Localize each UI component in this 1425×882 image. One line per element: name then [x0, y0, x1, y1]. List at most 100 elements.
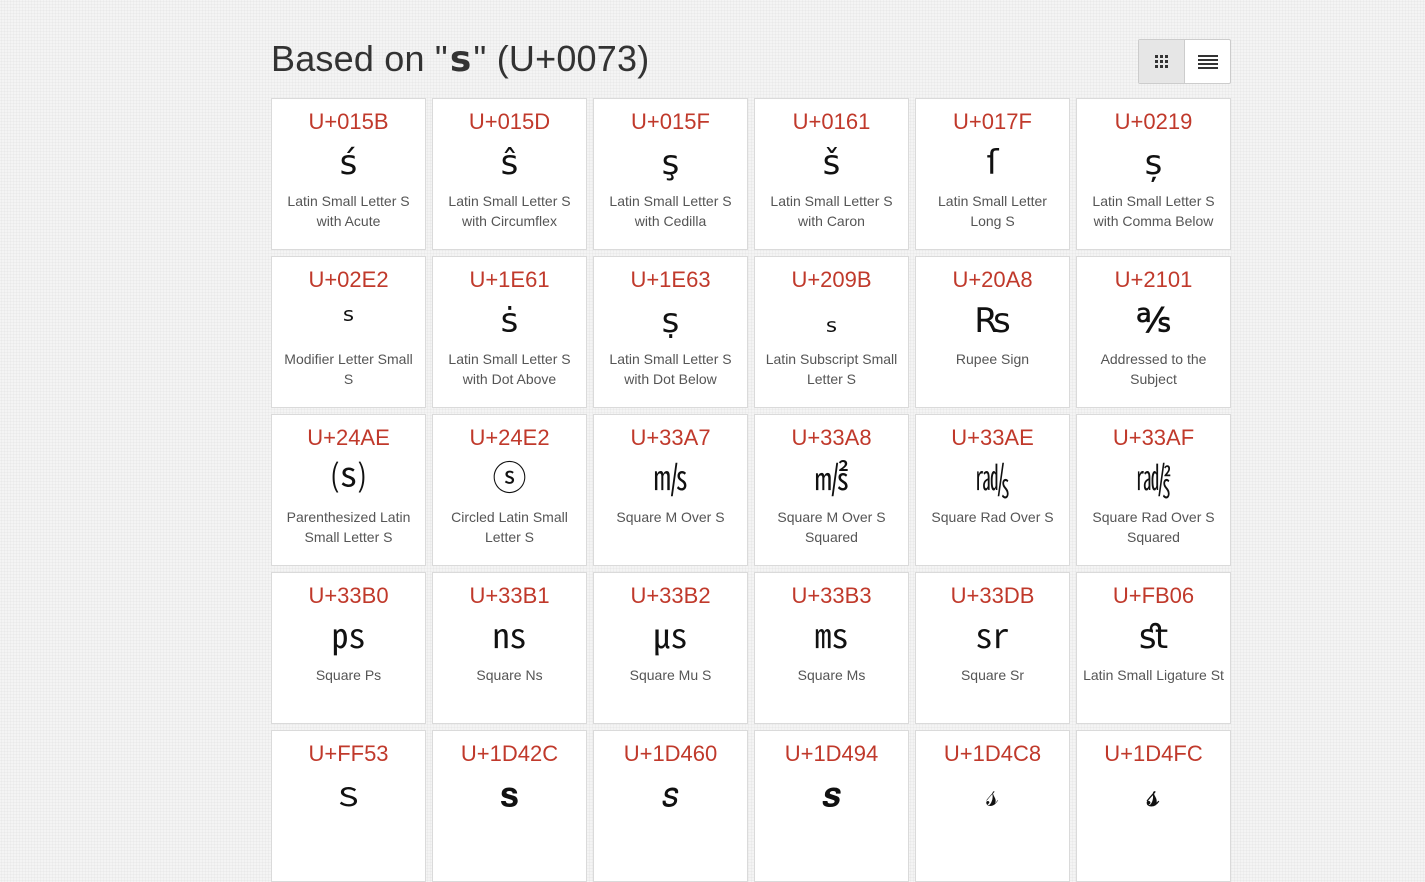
character-glyph: ⓢ: [492, 459, 527, 499]
character-name: Square Sr: [960, 667, 1025, 683]
codepoint-label: U+209B: [791, 267, 872, 292]
character-card[interactable]: U+24E2 ⓢ Circled Latin Small Letter S: [432, 414, 587, 566]
character-card[interactable]: U+33DB ㏛ Square Sr: [915, 572, 1070, 724]
character-glyph: ş: [661, 143, 680, 183]
character-card[interactable]: U+33A8 ㎨ Square M Over S Squared: [754, 414, 909, 566]
character-card[interactable]: U+33AE ㎮ Square Rad Over S: [915, 414, 1070, 566]
grid-view-icon: [1154, 54, 1168, 68]
character-name: Latin Small Letter S with Circumflex: [448, 193, 571, 229]
codepoint-label: U+015D: [468, 109, 551, 134]
codepoint-label: U+20A8: [952, 267, 1033, 292]
codepoint-label: U+33B1: [469, 583, 550, 608]
codepoint-label: U+0161: [792, 109, 871, 134]
codepoint-label: U+24E2: [469, 425, 550, 450]
character-card[interactable]: U+015D ŝ Latin Small Letter S with Circu…: [432, 98, 587, 250]
codepoint-label: U+1D494: [784, 741, 879, 766]
character-name: Parenthesized Latin Small Letter S: [286, 509, 411, 545]
base-character: s: [449, 39, 472, 80]
list-view-button[interactable]: [1185, 40, 1230, 83]
character-card[interactable]: U+FB06 ﬆ Latin Small Ligature St: [1076, 572, 1231, 724]
character-glyph: ṡ: [500, 301, 519, 341]
character-glyph: ₨: [974, 301, 1011, 341]
character-card[interactable]: U+33AF ㎯ Square Rad Over S Squared: [1076, 414, 1231, 566]
character-card[interactable]: U+33B0 ㎰ Square Ps: [271, 572, 426, 724]
character-glyph: ㎧: [653, 459, 688, 499]
character-glyph: ㏛: [975, 617, 1010, 657]
character-name: Latin Small Letter S with Acute: [287, 193, 410, 229]
character-glyph: ṣ: [661, 301, 680, 341]
character-name: Square Ns: [476, 667, 543, 683]
codepoint-label: U+017F: [953, 109, 1032, 134]
character-glyph: 𝐬: [500, 775, 519, 815]
character-card[interactable]: U+33B1 ㎱ Square Ns: [432, 572, 587, 724]
character-card[interactable]: U+0161 š Latin Small Letter S with Caron: [754, 98, 909, 250]
character-name: Square Mu S: [629, 667, 712, 683]
codepoint-label: U+1D460: [623, 741, 718, 766]
character-card[interactable]: U+015B ś Latin Small Letter S with Acute: [271, 98, 426, 250]
character-glyph: š: [822, 143, 841, 183]
character-card[interactable]: U+33A7 ㎧ Square M Over S: [593, 414, 748, 566]
character-card[interactable]: U+1D4FC 𝓼: [1076, 730, 1231, 882]
character-name: Square Ms: [797, 667, 866, 683]
grid-view-button[interactable]: [1139, 40, 1185, 83]
character-glyph: ㎯: [1136, 459, 1171, 499]
character-name: Square Rad Over S: [931, 509, 1054, 525]
character-glyph: ⒮: [331, 459, 366, 499]
codepoint-label: U+FB06: [1112, 583, 1195, 608]
character-card[interactable]: U+0219 ș Latin Small Letter S with Comma…: [1076, 98, 1231, 250]
character-glyph: ₛ: [825, 301, 838, 341]
character-name: Latin Small Letter S with Dot Below: [609, 351, 732, 387]
character-card[interactable]: U+33B3 ㎳ Square Ms: [754, 572, 909, 724]
codepoint-label: U+1D42C: [460, 741, 559, 766]
codepoint-label: U+02E2: [308, 267, 389, 292]
character-card[interactable]: U+02E2 ˢ Modifier Letter Small S: [271, 256, 426, 408]
codepoint-label: U+1E61: [469, 267, 550, 292]
character-card[interactable]: U+1E61 ṡ Latin Small Letter S with Dot A…: [432, 256, 587, 408]
character-card[interactable]: U+2101 ℁ Addressed to the Subject: [1076, 256, 1231, 408]
character-card[interactable]: U+1E63 ṣ Latin Small Letter S with Dot B…: [593, 256, 748, 408]
character-card[interactable]: U+33B2 ㎲ Square Mu S: [593, 572, 748, 724]
page-title: Based on "s" (U+0073): [271, 36, 1231, 83]
character-card[interactable]: U+FF53 ｓ: [271, 730, 426, 882]
character-card[interactable]: U+20A8 ₨ Rupee Sign: [915, 256, 1070, 408]
codepoint-label: U+1D4FC: [1104, 741, 1203, 766]
codepoint-label: U+1E63: [630, 267, 711, 292]
codepoint-label: U+2101: [1114, 267, 1193, 292]
character-glyph: ㎮: [975, 459, 1010, 499]
codepoint-label: U+33AE: [951, 425, 1034, 450]
character-glyph: ś: [339, 143, 358, 183]
codepoint-label: U+33A7: [630, 425, 711, 450]
character-name: Circled Latin Small Letter S: [451, 509, 568, 545]
codepoint-label: U+24AE: [307, 425, 390, 450]
character-name: Rupee Sign: [955, 351, 1030, 367]
title-suffix: " (U+0073): [473, 38, 650, 79]
codepoint-label: U+33B0: [308, 583, 389, 608]
character-glyph: ℁: [1136, 301, 1171, 341]
character-name: Addressed to the Subject: [1100, 351, 1207, 387]
character-card[interactable]: U+1D494 𝒔: [754, 730, 909, 882]
character-card[interactable]: U+1D42C 𝐬: [432, 730, 587, 882]
character-glyph: ﬆ: [1138, 617, 1169, 657]
codepoint-label: U+33A8: [791, 425, 872, 450]
codepoint-label: U+1D4C8: [943, 741, 1042, 766]
character-glyph: 𝒔: [822, 775, 841, 815]
character-name: Modifier Letter Small S: [284, 351, 413, 387]
character-grid: U+015B ś Latin Small Letter S with Acute…: [271, 98, 1231, 882]
character-name: Latin Small Ligature St: [1083, 667, 1224, 683]
character-card[interactable]: U+015F ş Latin Small Letter S with Cedil…: [593, 98, 748, 250]
character-card[interactable]: U+1D4C8 𝓈: [915, 730, 1070, 882]
character-card[interactable]: U+209B ₛ Latin Subscript Small Letter S: [754, 256, 909, 408]
character-glyph: ș: [1144, 143, 1163, 183]
character-glyph: ㎨: [814, 459, 849, 499]
character-glyph: ˢ: [342, 301, 355, 341]
title-prefix: Based on ": [271, 38, 448, 79]
page-header: Based on "s" (U+0073): [271, 36, 1231, 98]
character-card[interactable]: U+017F ſ Latin Small Letter Long S: [915, 98, 1070, 250]
codepoint-label: U+33AF: [1112, 425, 1195, 450]
view-toggle: [1138, 39, 1231, 84]
character-card[interactable]: U+1D460 𝑠: [593, 730, 748, 882]
character-card[interactable]: U+24AE ⒮ Parenthesized Latin Small Lette…: [271, 414, 426, 566]
character-glyph: ㎰: [331, 617, 366, 657]
character-glyph: ｓ: [331, 775, 366, 815]
character-glyph: 𝓼: [1146, 775, 1161, 815]
